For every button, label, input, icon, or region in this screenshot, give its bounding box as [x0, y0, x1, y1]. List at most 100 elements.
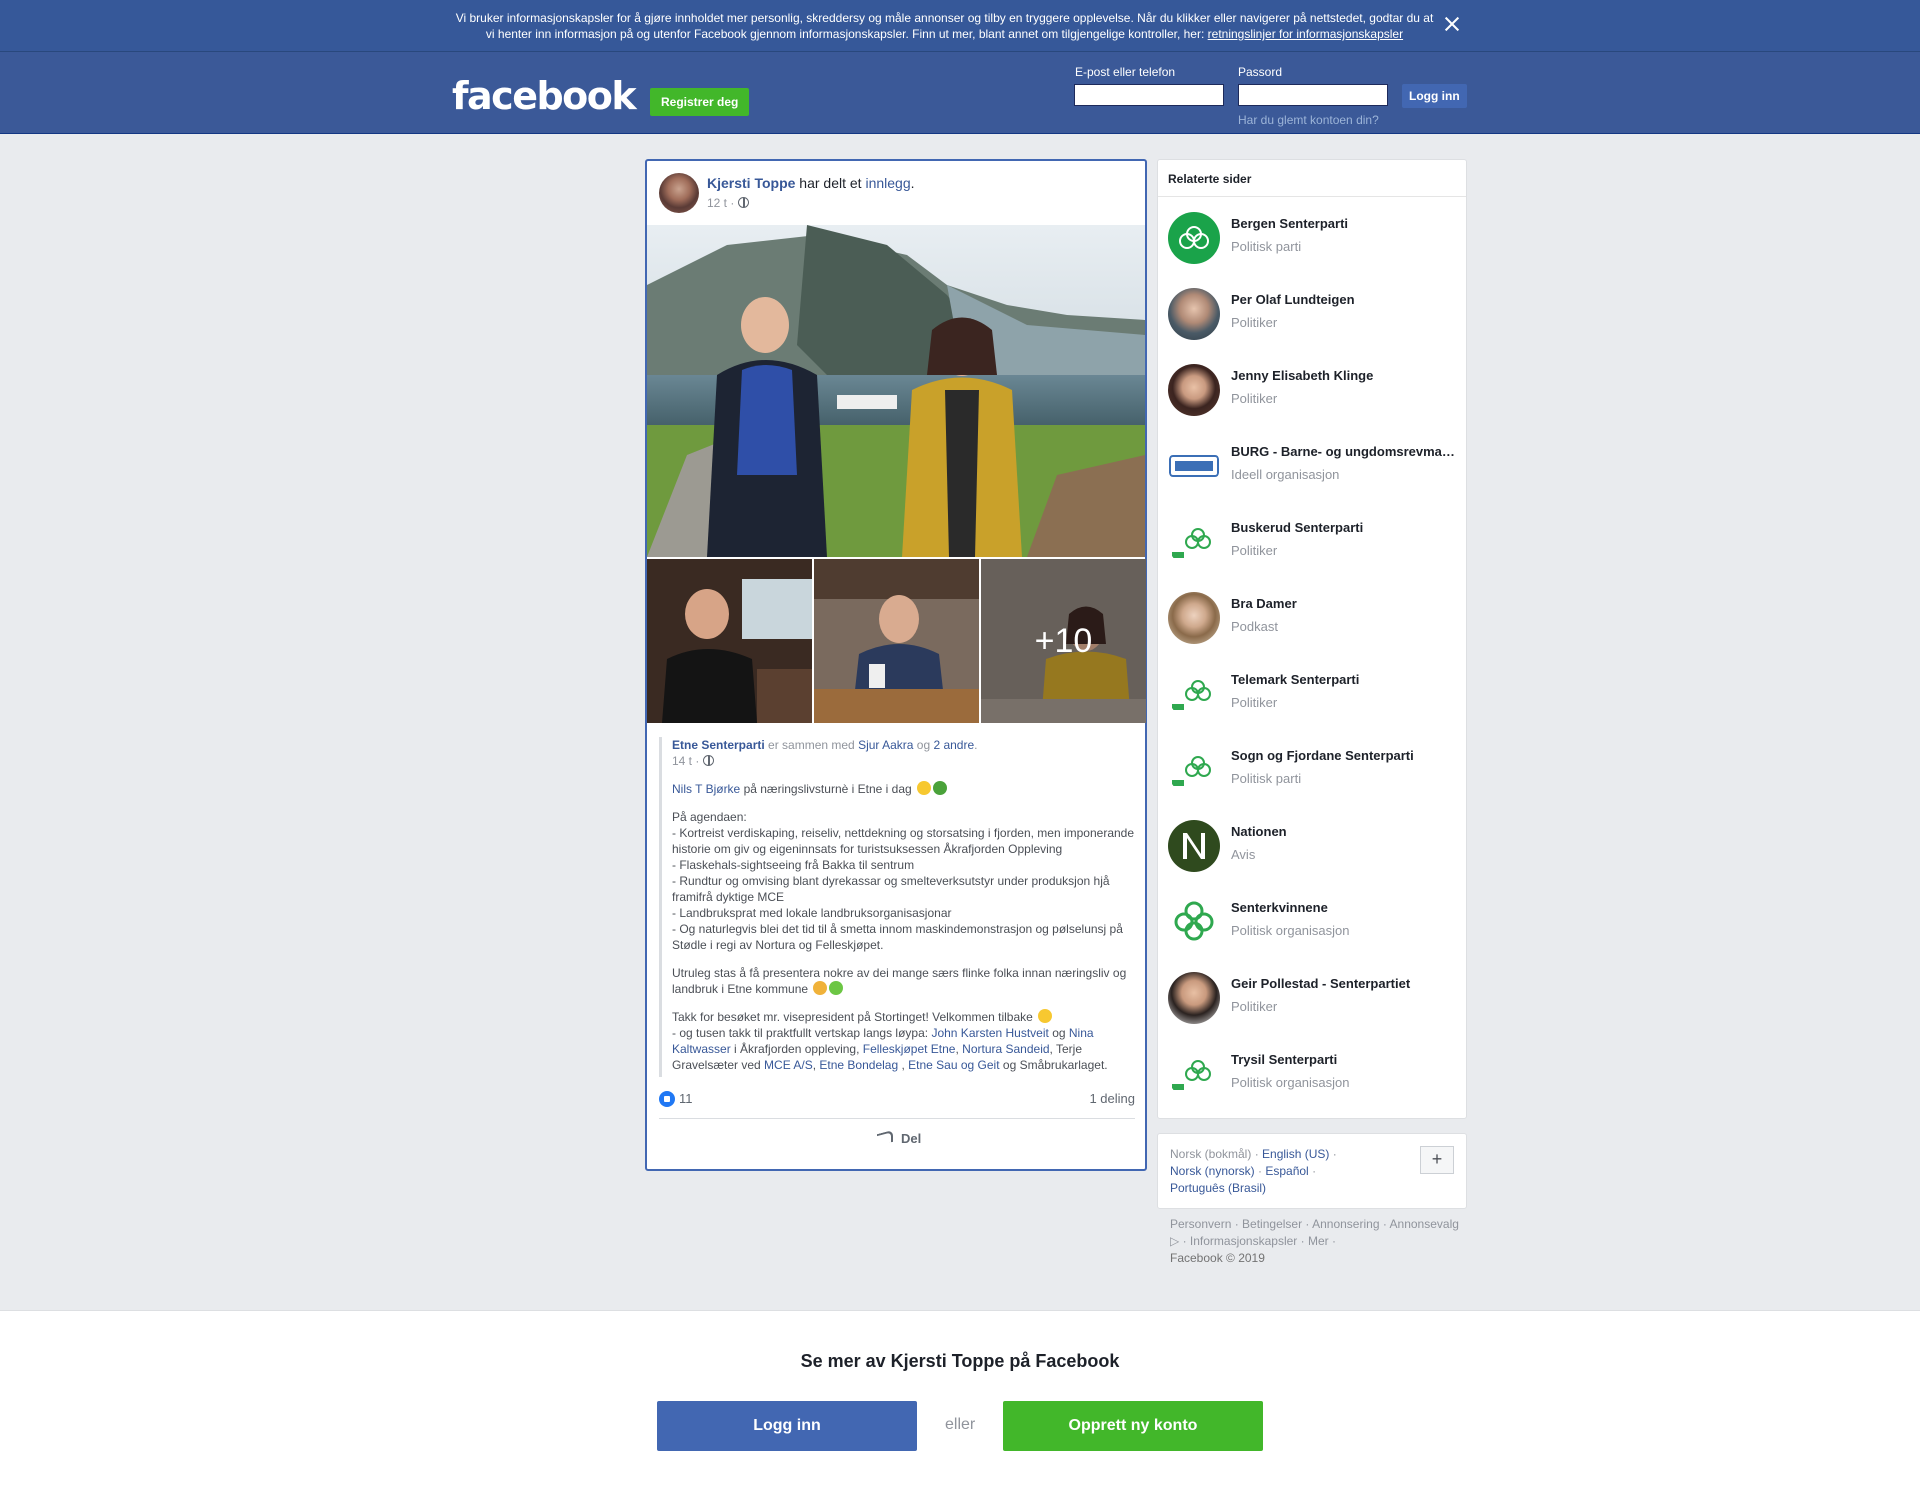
mention-link[interactable]: Nils T Bjørke [672, 782, 740, 796]
footer-link[interactable]: Mer [1308, 1234, 1329, 1248]
text: og [1048, 1026, 1069, 1040]
post-author[interactable]: Kjersti Toppe [707, 175, 795, 191]
more-languages-button[interactable]: + [1420, 1146, 1454, 1174]
footer-link[interactable]: Personvern [1170, 1217, 1231, 1231]
facebook-logo[interactable]: facebook [452, 74, 637, 118]
photo-thumbnail[interactable] [647, 559, 812, 723]
language-selector: Norsk (bokmål) · English (US) · Norsk (n… [1157, 1133, 1467, 1209]
paragraph-text: - og tusen takk til praktfullt vertskap … [672, 1026, 932, 1040]
related-item[interactable]: Sogn og Fjordane Senterparti Politisk pa… [1168, 738, 1458, 798]
register-button[interactable]: Registrer deg [650, 88, 750, 116]
clover-logo-icon [1172, 680, 1211, 710]
related-name: Trysil Senterparti [1231, 1052, 1338, 1067]
tagged-person-link[interactable]: Sjur Aakra [858, 738, 913, 752]
avatar [1168, 516, 1220, 568]
shared-text: har delt et [795, 175, 866, 191]
post-link[interactable]: innlegg [865, 175, 910, 191]
avatar [1168, 668, 1220, 720]
copyright: Facebook © 2019 [1170, 1251, 1265, 1265]
clover-logo-icon [1172, 528, 1211, 558]
language-link[interactable]: English (US) [1262, 1147, 1329, 1161]
related-name: Geir Pollestad - Senterpartiet [1231, 976, 1411, 991]
related-item[interactable]: Senterkvinnene Politisk organisasjon [1168, 890, 1458, 950]
more-photos-count: +10 [981, 559, 1146, 723]
like-count[interactable]: 11 [679, 1091, 693, 1106]
paragraph-text: Utruleg stas å få presentera nokre av de… [672, 966, 1127, 996]
mention-link[interactable]: Etne Sau og Geit [908, 1058, 999, 1072]
related-item[interactable]: Telemark Senterparti Politiker [1168, 662, 1458, 722]
forgot-account-link[interactable]: Har du glemt kontoen din? [1238, 113, 1379, 127]
current-language: Norsk (bokmål) [1170, 1147, 1252, 1161]
footer-link[interactable]: Betingelser [1242, 1217, 1302, 1231]
related-category: Politisk parti [1231, 239, 1302, 254]
mention-link[interactable]: Etne Bondelag [819, 1058, 898, 1072]
paragraph-text: på næringslivsturnè i Etne i dag [740, 782, 912, 796]
language-link[interactable]: Português (Brasil) [1170, 1181, 1266, 1195]
share-icon [877, 1129, 893, 1147]
shared-timestamp[interactable]: 14 t · [672, 753, 1137, 769]
related-item[interactable]: Buskerud Senterparti Politiker [1168, 510, 1458, 570]
paragraph: Nils T Bjørke på næringslivsturnè i Etne… [672, 781, 1137, 797]
related-item[interactable]: Nationen Avis [1168, 814, 1458, 874]
avatar[interactable] [659, 173, 699, 213]
related-category: Politisk organisasjon [1231, 1075, 1350, 1090]
language-list: Norsk (bokmål) · English (US) · [1170, 1146, 1454, 1163]
language-link[interactable]: Español [1265, 1164, 1308, 1178]
bottom-title: Se mer av Kjersti Toppe på Facebook [800, 1351, 1120, 1371]
related-pages: Relaterte sider Bergen Senterparti Polit… [1157, 159, 1467, 1119]
create-account-button[interactable]: Opprett ny konto [1003, 1401, 1263, 1451]
password-field[interactable] [1238, 84, 1388, 106]
related-category: Podkast [1231, 619, 1278, 634]
related-item[interactable]: Per Olaf Lundteigen Politiker [1168, 282, 1458, 342]
login-button[interactable]: Logg inn [657, 1401, 917, 1451]
login-button[interactable]: Logg inn [1402, 84, 1467, 108]
shared-page-link[interactable]: Etne Senterparti [672, 738, 765, 752]
related-name: Buskerud Senterparti [1231, 520, 1364, 535]
post-timestamp[interactable]: 12 t · [707, 196, 749, 210]
related-name: Telemark Senterparti [1231, 672, 1360, 687]
related-item[interactable]: Jenny Elisabeth Klinge Politiker [1168, 358, 1458, 418]
avatar [1168, 288, 1220, 340]
mention-link[interactable]: Felleskjøpet Etne [863, 1042, 956, 1056]
avatar [1168, 592, 1220, 644]
language-list: Português (Brasil) [1170, 1180, 1454, 1197]
photo-thumbnail[interactable]: +10 [981, 559, 1146, 723]
related-item[interactable]: BURG - Barne- og ungdomsrevmatikergruppe… [1168, 434, 1458, 494]
separator: · [1251, 1147, 1263, 1161]
related-item[interactable]: Trysil Senterparti Politisk organisasjon [1168, 1042, 1458, 1102]
related-name: Bergen Senterparti [1231, 216, 1349, 231]
related-item[interactable]: Bra Damer Podkast [1168, 586, 1458, 646]
email-field[interactable] [1074, 84, 1224, 106]
like-icon [659, 1091, 675, 1107]
cookie-banner: Vi bruker informasjonskapsler for å gjør… [0, 0, 1920, 52]
related-item[interactable]: Bergen Senterparti Politisk parti [1168, 206, 1458, 266]
mention-link[interactable]: Nortura Sandeid [962, 1042, 1049, 1056]
cookie-policy-link[interactable]: retningslinjer for informasjonskapsler [1208, 27, 1403, 41]
flexed-biceps-emoji-icon [813, 981, 828, 995]
photo-thumbnail[interactable] [814, 559, 979, 723]
language-link[interactable]: Norsk (nynorsk) [1170, 1164, 1255, 1178]
with-text: er sammen med [764, 738, 859, 752]
footer-link[interactable]: Annonsering [1312, 1217, 1379, 1231]
mention-link[interactable]: MCE A/S [764, 1058, 813, 1072]
related-name: Senterkvinnene [1231, 900, 1328, 915]
footer-link[interactable]: Annonsevalg [1390, 1217, 1459, 1231]
green-heart-emoji-icon [829, 981, 844, 995]
mention-link[interactable]: John Karsten Hustveit [931, 1026, 1048, 1040]
close-icon[interactable] [1442, 14, 1462, 34]
related-item[interactable]: Geir Pollestad - Senterpartiet Politiker [1168, 966, 1458, 1026]
related-category: Politisk organisasjon [1231, 923, 1350, 938]
smile-emoji-icon [1038, 1009, 1053, 1023]
top-header: facebook Registrer deg E-post eller tele… [0, 52, 1920, 134]
footer-link[interactable]: Informasjonskapsler [1190, 1234, 1297, 1248]
main-photo[interactable] [647, 225, 1145, 557]
avatar [1168, 212, 1220, 264]
share-count[interactable]: 1 deling [1089, 1091, 1135, 1106]
share-button[interactable]: Del [877, 1129, 921, 1147]
related-category: Politiker [1231, 543, 1278, 558]
nationen-logo-icon [1183, 833, 1205, 859]
adchoices-icon: ▷ [1170, 1234, 1180, 1248]
clover-logo-icon [1172, 756, 1211, 786]
others-link[interactable]: 2 andre [933, 738, 974, 752]
dot: . [974, 738, 978, 752]
